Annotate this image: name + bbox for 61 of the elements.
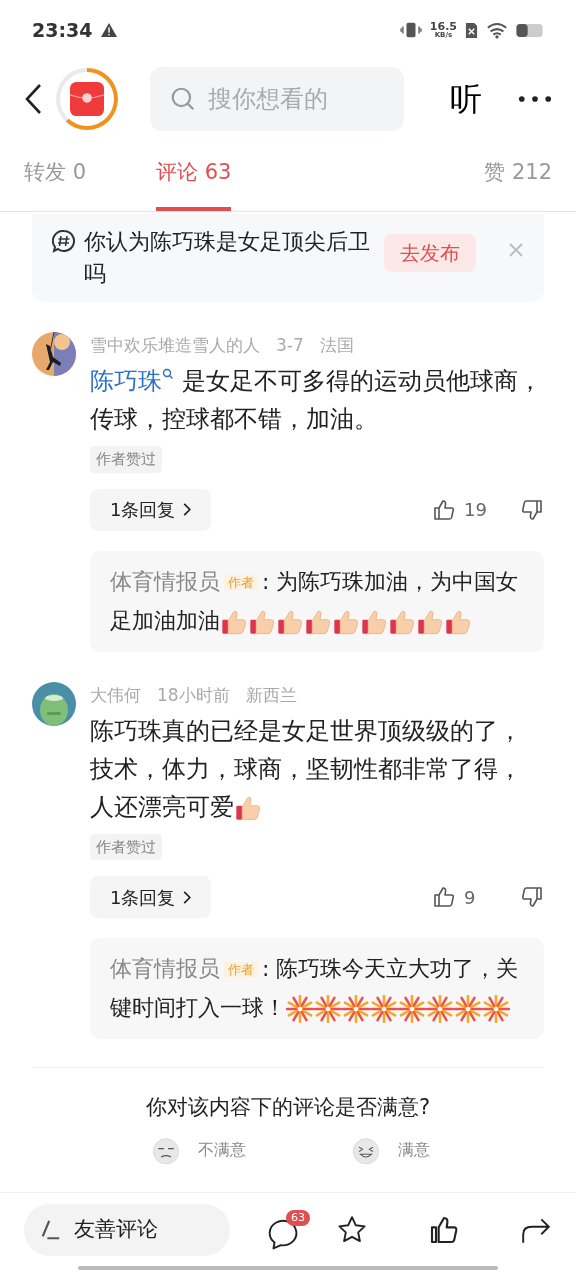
battery-icon: [516, 22, 544, 38]
comment-count-badge: 63: [286, 1209, 310, 1226]
replies-button[interactable]: 1条回复: [90, 876, 212, 918]
tab[interactable]: 转发 0: [24, 138, 87, 211]
tab[interactable]: 赞 212: [484, 138, 552, 211]
like-count: 19: [464, 498, 488, 522]
firework-icon: [482, 995, 510, 1023]
more-icon[interactable]: [518, 95, 552, 103]
search-input[interactable]: 搜你想看的: [208, 81, 378, 117]
dislike-icon[interactable]: [520, 497, 544, 522]
reply-text: 体育情报员 作者 : 为陈巧珠加油，为中国女足加油加油: [110, 562, 524, 640]
author-tag: 作者: [224, 962, 258, 977]
survey-option[interactable]: 满意: [398, 1137, 430, 1162]
topic-text: 你认为陈巧珠是女足顶尖后卫吗: [84, 228, 371, 288]
firework-icon: [454, 995, 482, 1023]
firework-icon: [370, 995, 398, 1023]
comment-time: 18小时前: [157, 683, 230, 707]
search-field[interactable]: 搜你想看的: [150, 67, 404, 131]
comment-location: 法国: [319, 334, 354, 357]
firework-icon: [342, 995, 370, 1023]
pen-icon: [40, 1218, 62, 1241]
status-time: 23:34: [32, 17, 93, 43]
sim-icon: [465, 21, 478, 39]
topic-icon: [52, 229, 76, 253]
comment-button[interactable]: 63: [266, 1209, 310, 1250]
envelope-icon[interactable]: [70, 82, 104, 116]
like-icon[interactable]: [432, 885, 456, 909]
search-icon: [170, 86, 196, 112]
author-tag: 作者: [224, 574, 258, 590]
firework-icon: [426, 995, 454, 1023]
replies-button[interactable]: 1条回复: [90, 488, 212, 531]
survey-option[interactable]: 不满意: [198, 1137, 246, 1162]
reply-text: 体育情报员 作者 : 陈巧珠今天立大功了，关键时间打入一球！: [110, 950, 524, 1027]
publish-button[interactable]: 去发布: [384, 234, 476, 272]
comment-field[interactable]: 友善评论: [24, 1203, 230, 1256]
search-icon: [162, 368, 174, 380]
firework-icon: [314, 995, 342, 1023]
wifi-icon: [486, 21, 508, 39]
like-icon[interactable]: [432, 497, 456, 522]
vibrate-icon: [399, 21, 422, 39]
chevron-icon: [183, 890, 192, 904]
listen-button[interactable]: 听: [450, 75, 482, 123]
comment-author[interactable]: 大伟何: [90, 681, 141, 708]
survey-question: 你对该内容下的评论是否满意?: [144, 1094, 432, 1121]
comment-time: 3-7: [276, 334, 304, 357]
warning-icon: [100, 22, 119, 38]
author-liked-badge: 作者赞过: [90, 446, 162, 473]
like-count: 9: [464, 885, 477, 910]
firework-icon: [286, 995, 314, 1023]
comment-author[interactable]: 雪中欢乐堆造雪人的人: [90, 332, 260, 358]
comment-text: 陈巧珠真的已经是女足世界顶级级的了，技术，体力，球商，坚韧性都非常了得，人还漂亮可爱: [90, 715, 523, 824]
chevron-icon: [183, 503, 192, 516]
mention-link[interactable]: 陈巧珠: [90, 364, 174, 398]
back-icon[interactable]: [24, 83, 44, 115]
comment-text: 陈巧珠 是女足不可多得的运动员他球商，传球，控球都不错，加油。: [90, 362, 544, 438]
dislike-icon[interactable]: [520, 885, 544, 909]
author-liked-badge: 作者赞过: [90, 833, 162, 860]
firework-icon: [398, 995, 426, 1023]
comment-input[interactable]: 友善评论: [74, 1213, 194, 1246]
comment-location: 新西兰: [245, 683, 297, 707]
network-speed: 16.5: [429, 21, 457, 32]
